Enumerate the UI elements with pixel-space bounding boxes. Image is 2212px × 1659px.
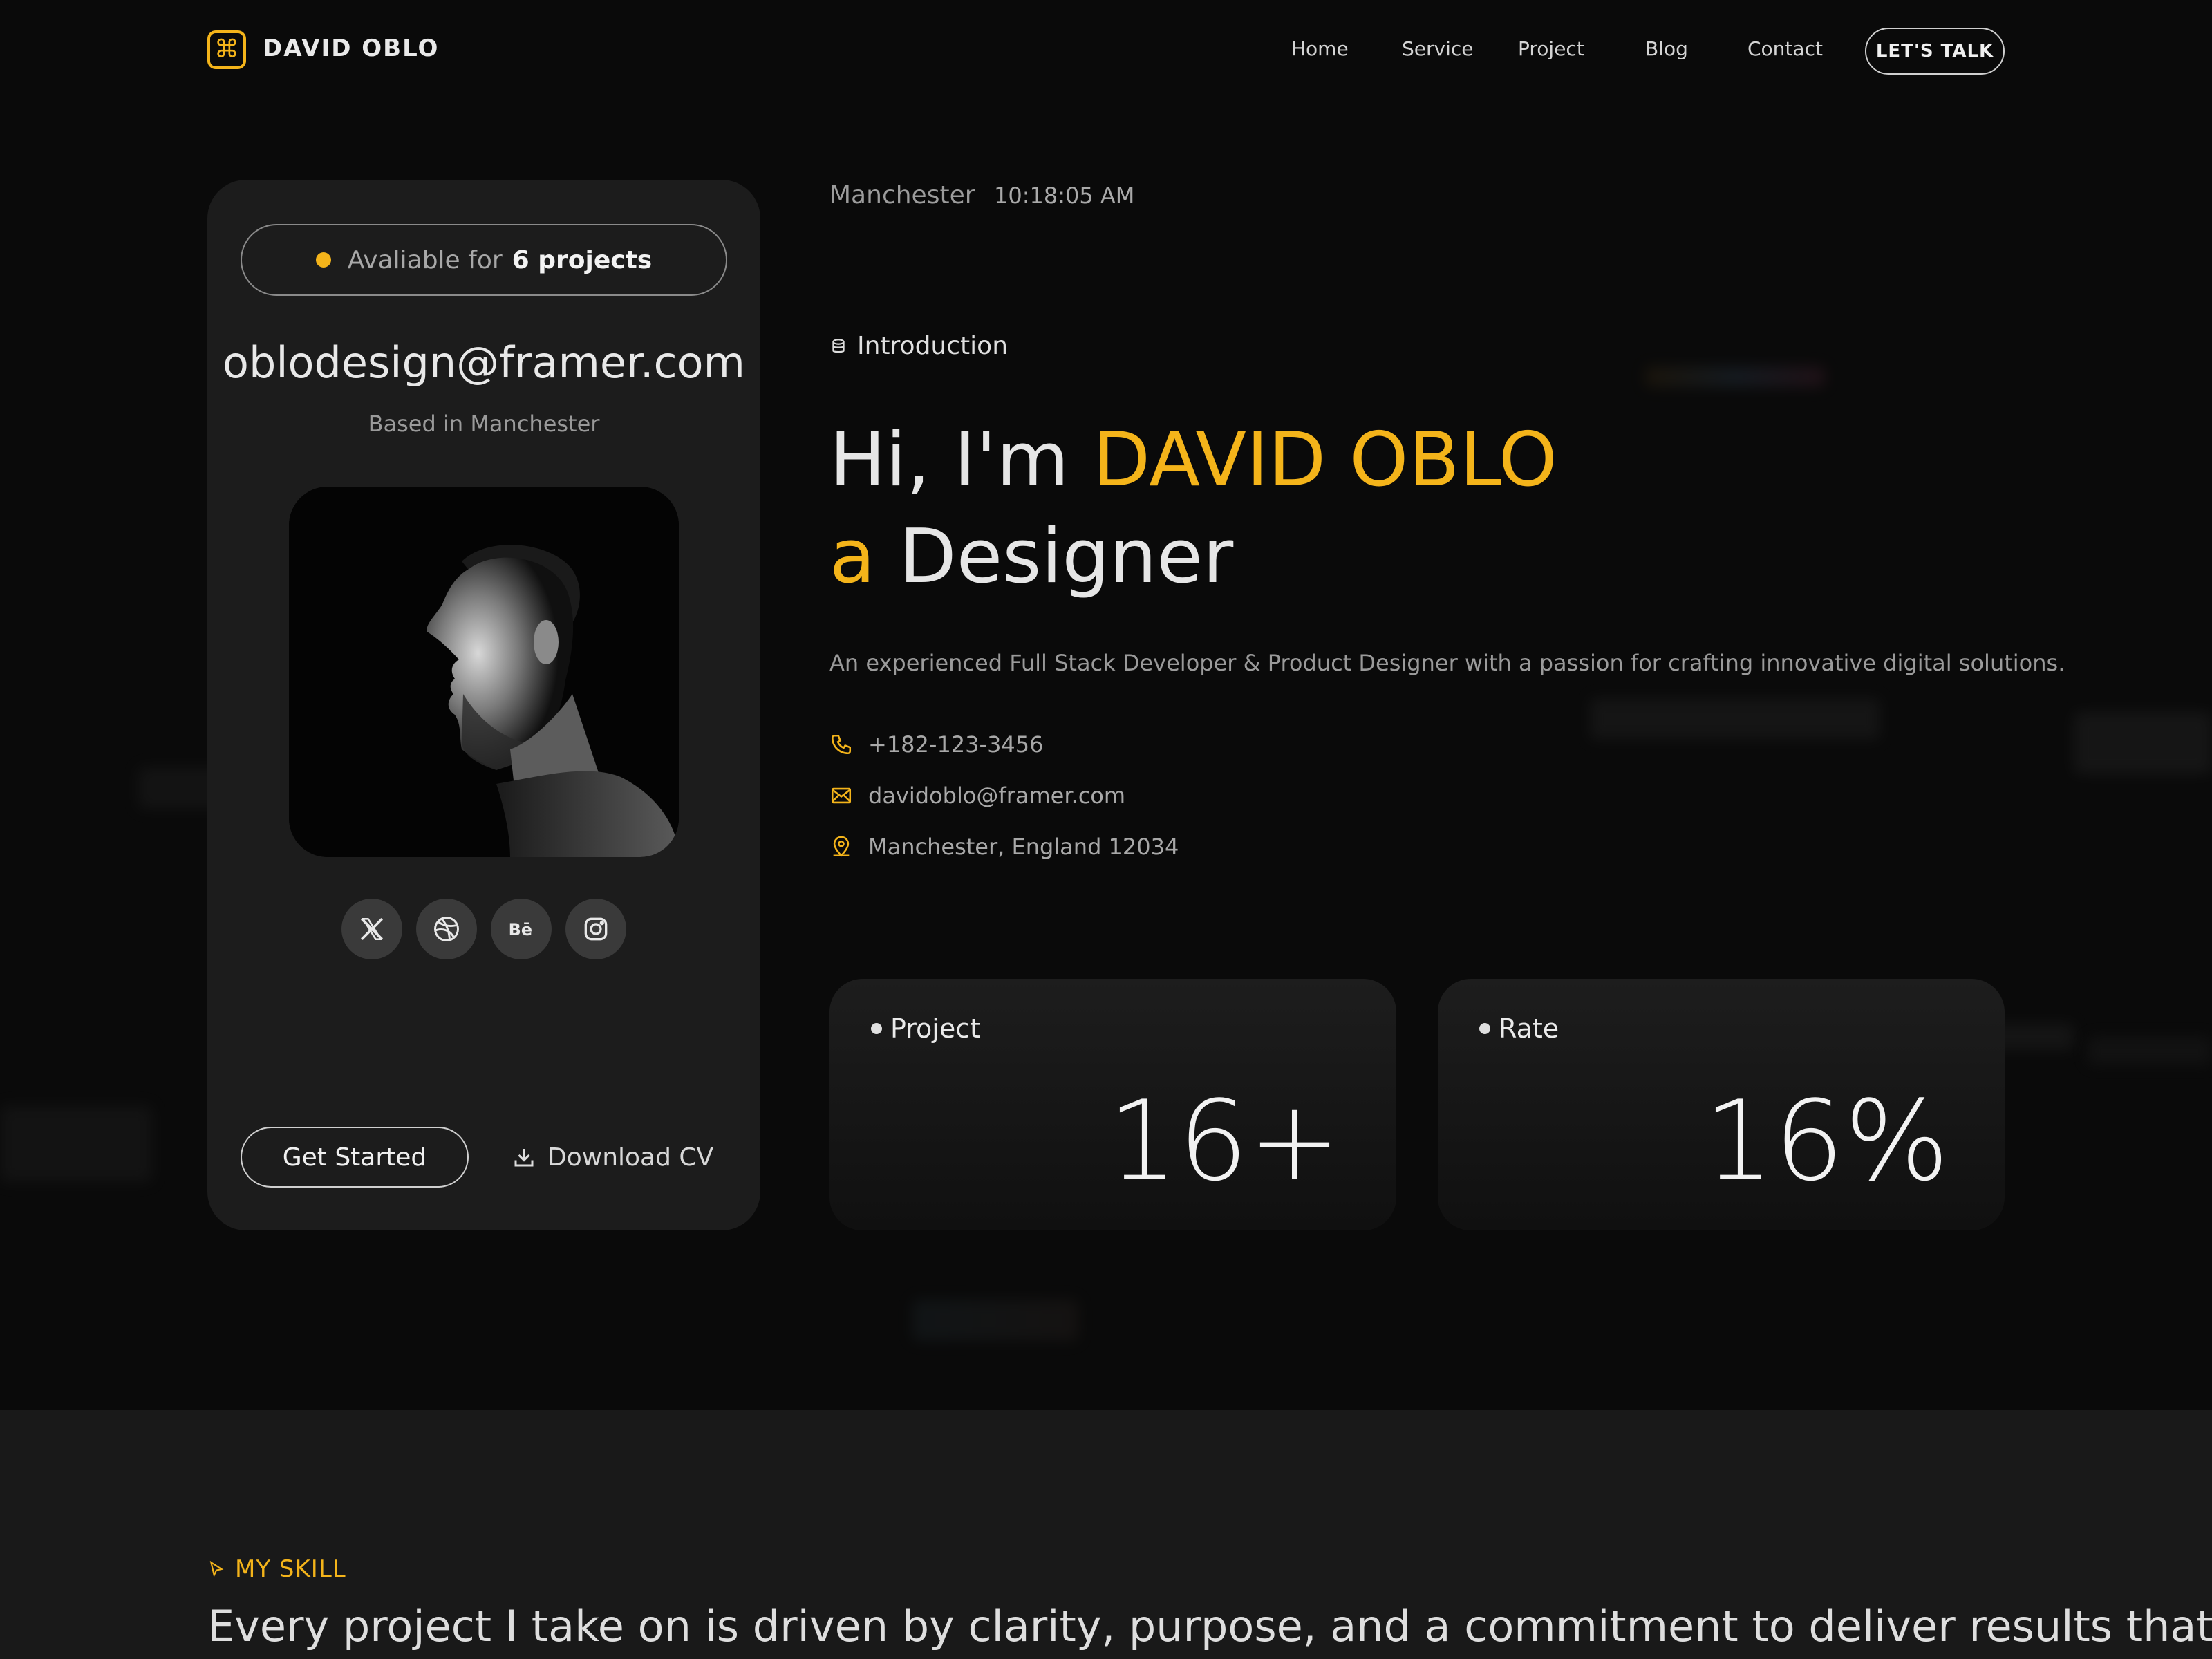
phone-icon <box>831 734 852 755</box>
status-dot <box>315 252 331 268</box>
stat-label-text: Project <box>890 1013 981 1044</box>
nav-project[interactable]: Project <box>1518 37 1584 60</box>
location-pin-icon <box>833 836 850 857</box>
nav-service[interactable]: Service <box>1402 37 1473 60</box>
glow-streak <box>912 1300 1078 1341</box>
download-cv-label: Download CV <box>547 1143 714 1172</box>
glow-streak <box>1645 366 1825 387</box>
availability-prefix: Avaliable for <box>347 245 503 274</box>
nav-contact[interactable]: Contact <box>1747 37 1823 60</box>
location-time: Manchester 10:18:05 AM <box>830 181 1134 209</box>
instagram-icon[interactable] <box>565 899 626 959</box>
stat-label: Project <box>871 1013 980 1044</box>
stat-card-project: Project 16+ <box>830 979 1396 1230</box>
brand-name[interactable]: DAVID OBLO <box>263 35 439 62</box>
hero-role: Designer <box>899 514 1234 600</box>
download-icon <box>514 1149 534 1167</box>
database-icon <box>832 338 845 353</box>
dribbble-icon[interactable] <box>416 899 477 959</box>
availability-badge: Avaliable for 6 projects <box>241 224 727 296</box>
phone-text: +182-123-3456 <box>868 731 1044 758</box>
social-links: Bē <box>207 899 760 959</box>
address-text: Manchester, England 12034 <box>868 834 1179 860</box>
download-cv-button[interactable]: Download CV <box>512 1127 713 1188</box>
email-text: davidoblo@framer.com <box>868 782 1126 809</box>
skill-tag: MY SKILL <box>207 1555 346 1583</box>
contact-phone[interactable]: +182-123-3456 <box>830 731 1044 758</box>
bullet-dot <box>871 1023 882 1034</box>
nav-home[interactable]: Home <box>1291 37 1349 60</box>
hero-description: An experienced Full Stack Developer & Pr… <box>830 650 2065 676</box>
nav-blog[interactable]: Blog <box>1645 37 1688 60</box>
x-icon[interactable] <box>341 899 402 959</box>
profile-card: Avaliable for 6 projects oblodesign@fram… <box>207 180 760 1230</box>
card-email[interactable]: oblodesign@framer.com <box>207 337 760 388</box>
get-started-button[interactable]: Get Started <box>241 1127 469 1188</box>
local-time: 10:18:05 AM <box>993 182 1135 209</box>
city-name: Manchester <box>830 181 975 209</box>
skill-tag-text: MY SKILL <box>235 1555 346 1583</box>
stat-value: 16% <box>1703 1076 1949 1206</box>
intro-label: Introduction <box>830 332 1008 360</box>
behance-icon[interactable]: Bē <box>491 899 552 959</box>
stat-value: 16+ <box>1107 1076 1341 1206</box>
profile-photo <box>289 487 679 857</box>
hero-heading: Hi, I'm DAVID OBLO a Designer <box>830 412 1557 606</box>
glow-streak <box>0 1106 152 1182</box>
contact-email[interactable]: davidoblo@framer.com <box>830 782 1125 809</box>
hero-name: DAVID OBLO <box>1092 417 1557 503</box>
profile-portrait <box>289 487 679 857</box>
role-article: a <box>830 514 876 600</box>
glow-streak <box>1590 698 1880 740</box>
svg-text:Bē: Bē <box>509 920 532 939</box>
skills-section: MY SKILL Every project I take on is driv… <box>0 1410 2212 1659</box>
skill-headline: Every project I take on is driven by cla… <box>207 1601 2212 1651</box>
contact-address: Manchester, England 12034 <box>830 834 1179 860</box>
card-location: Based in Manchester <box>368 411 600 437</box>
mail-icon <box>831 787 852 804</box>
top-nav: ⌘ DAVID OBLO Home Service Project Blog C… <box>0 0 2212 102</box>
greeting: Hi, I'm <box>830 417 1069 503</box>
stat-label-text: Rate <box>1499 1013 1559 1044</box>
command-icon[interactable]: ⌘ <box>207 30 246 69</box>
availability-count: 6 projects <box>512 245 653 274</box>
glow-streak <box>2088 1037 2212 1065</box>
glow-streak <box>2074 712 2212 774</box>
intro-text: Introduction <box>857 332 1009 360</box>
stat-card-rate: Rate 16% <box>1438 979 2005 1230</box>
stat-label: Rate <box>1479 1013 1559 1044</box>
cursor-icon <box>209 1560 224 1577</box>
hero-section: ⌘ DAVID OBLO Home Service Project Blog C… <box>0 0 2212 1410</box>
lets-talk-button[interactable]: LET'S TALK <box>1865 28 2005 75</box>
bullet-dot <box>1479 1023 1490 1034</box>
